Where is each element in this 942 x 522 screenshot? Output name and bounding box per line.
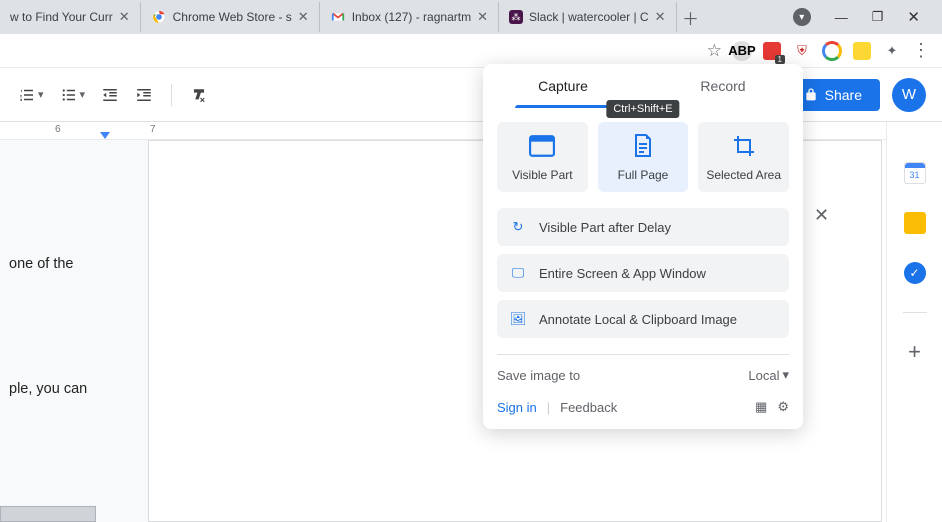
- image-icon: 🖼: [509, 311, 527, 327]
- extensions-menu-icon[interactable]: ✦: [882, 41, 902, 61]
- separator: [903, 312, 927, 313]
- chevron-down-icon: ▾: [782, 367, 789, 383]
- tasks-icon[interactable]: ✓: [904, 262, 926, 284]
- close-icon[interactable]: ✕: [477, 9, 488, 25]
- shield-icon[interactable]: ⛨: [792, 41, 812, 61]
- close-window-button[interactable]: ✕: [907, 8, 920, 26]
- extension-icon[interactable]: [852, 41, 872, 61]
- extension-icon[interactable]: 1: [762, 41, 782, 61]
- maximize-button[interactable]: ❐: [872, 9, 884, 25]
- avatar[interactable]: W: [892, 78, 926, 112]
- tab-title: Slack | watercooler | C: [529, 10, 649, 24]
- badge: 1: [775, 55, 785, 64]
- browser-tabstrip: w to Find Your Curr ✕ Chrome Web Store -…: [0, 0, 942, 34]
- thumbnail-preview: [0, 506, 96, 522]
- settings-icon[interactable]: ⚙: [777, 399, 789, 415]
- tab-title: Chrome Web Store - s: [173, 10, 292, 24]
- add-addon-button[interactable]: +: [904, 341, 926, 363]
- tab-title: Inbox (127) - ragnartm: [352, 10, 471, 24]
- annotate-image-button[interactable]: 🖼 Annotate Local & Clipboard Image: [497, 300, 789, 338]
- monitor-icon: 🖵: [509, 265, 527, 281]
- minimize-button[interactable]: —: [835, 10, 848, 25]
- browser-tab[interactable]: ⁂ Slack | watercooler | C ✕: [499, 2, 677, 32]
- browser-toolbar: ☆ ABP 1 ⛨ ✦ ⋮: [0, 34, 942, 68]
- ruler-mark: 6: [55, 124, 61, 135]
- document-text: ple, you can: [9, 381, 87, 397]
- capture-extension-popup: Capture Record Visible Part Ctrl+Shift+E…: [483, 64, 803, 429]
- clear-formatting-button[interactable]: [188, 82, 210, 108]
- adblock-icon[interactable]: ABP: [732, 41, 752, 61]
- new-tab-button[interactable]: ＋: [677, 5, 705, 30]
- shortcut-tooltip: Ctrl+Shift+E: [606, 100, 679, 118]
- indent-marker-icon[interactable]: [100, 132, 110, 139]
- page-icon: [632, 134, 654, 158]
- save-image-to-label: Save image to: [497, 368, 580, 383]
- close-icon[interactable]: ✕: [119, 9, 130, 25]
- keep-icon[interactable]: [904, 212, 926, 234]
- increase-indent-button[interactable]: [133, 82, 155, 108]
- save-destination-dropdown[interactable]: Local▾: [748, 367, 789, 383]
- chrome-store-icon: [151, 9, 167, 25]
- sign-in-link[interactable]: Sign in: [497, 400, 537, 415]
- bulleted-list-button[interactable]: ▾: [58, 82, 88, 108]
- ruler-mark: 7: [150, 124, 156, 135]
- capture-full-page-button[interactable]: Ctrl+Shift+E Full Page: [598, 122, 689, 192]
- close-panel-button[interactable]: ✕: [814, 205, 829, 226]
- browser-tab[interactable]: Inbox (127) - ragnartm ✕: [320, 2, 499, 32]
- bookmark-star-icon[interactable]: ☆: [707, 41, 722, 61]
- separator: |: [547, 400, 550, 415]
- capture-visible-part-button[interactable]: Visible Part: [497, 122, 588, 192]
- crop-icon: [732, 134, 756, 158]
- timer-icon: ↻: [509, 219, 527, 235]
- numbered-list-button[interactable]: ▾: [16, 82, 46, 108]
- close-icon[interactable]: ✕: [298, 9, 309, 25]
- slack-icon: ⁂: [509, 10, 523, 24]
- browser-tab[interactable]: w to Find Your Curr ✕: [0, 2, 141, 32]
- capture-entire-screen-button[interactable]: 🖵 Entire Screen & App Window: [497, 254, 789, 292]
- side-panel-rail: 31 ✓ +: [886, 122, 942, 522]
- capture-extension-icon[interactable]: [822, 41, 842, 61]
- calendar-icon[interactable]: 31: [904, 162, 926, 184]
- window-controls: ▾ — ❐ ✕: [793, 8, 934, 26]
- share-label: Share: [825, 87, 862, 103]
- history-icon[interactable]: ▦: [755, 399, 767, 415]
- feedback-link[interactable]: Feedback: [560, 400, 617, 415]
- capture-after-delay-button[interactable]: ↻ Visible Part after Delay: [497, 208, 789, 246]
- account-icon[interactable]: ▾: [793, 8, 811, 26]
- document-text: one of the: [9, 256, 74, 272]
- decrease-indent-button[interactable]: [99, 82, 121, 108]
- window-icon: [529, 134, 555, 158]
- capture-selected-area-button[interactable]: Selected Area: [698, 122, 789, 192]
- close-icon[interactable]: ✕: [655, 9, 666, 25]
- lock-icon: [803, 87, 819, 103]
- browser-menu-icon[interactable]: ⋮: [912, 40, 930, 61]
- tab-title: w to Find Your Curr: [10, 10, 113, 24]
- browser-tab[interactable]: Chrome Web Store - s ✕: [141, 2, 320, 32]
- gmail-icon: [330, 9, 346, 25]
